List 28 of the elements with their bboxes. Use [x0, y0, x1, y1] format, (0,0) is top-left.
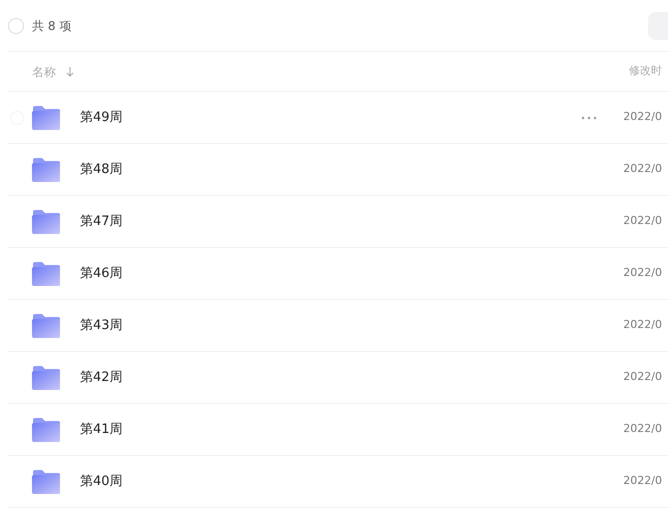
folder-icon: [32, 470, 60, 494]
item-count: 共 8 项: [32, 18, 72, 34]
folder-name[interactable]: 第49周: [80, 108, 123, 128]
folder-icon: [32, 366, 60, 390]
folder-icon: [32, 106, 60, 130]
sort-arrow-icon[interactable]: [66, 66, 74, 76]
folder-icon: [32, 262, 60, 286]
modified-date: 2022/0: [623, 421, 662, 438]
modified-date: 2022/0: [623, 213, 662, 230]
folder-icon: [32, 418, 60, 442]
modified-date: 2022/0: [623, 369, 662, 386]
folder-icon: [32, 314, 60, 338]
modified-date: 2022/0: [623, 109, 662, 126]
folder-icon: [32, 158, 60, 182]
folder-name[interactable]: 第43周: [80, 316, 123, 336]
modified-date: 2022/0: [623, 473, 662, 490]
folder-name[interactable]: 第40周: [80, 472, 123, 492]
modified-date: 2022/0: [623, 317, 662, 334]
modified-date: 2022/0: [623, 161, 662, 178]
modified-date: 2022/0: [623, 265, 662, 282]
select-all-checkbox[interactable]: [8, 18, 24, 34]
folder-name[interactable]: 第41周: [80, 420, 123, 440]
folder-name[interactable]: 第47周: [80, 212, 123, 232]
folder-name[interactable]: 第42周: [80, 368, 123, 388]
folder-icon: [32, 210, 60, 234]
folder-name[interactable]: 第46周: [80, 264, 123, 284]
folder-name[interactable]: 第48周: [80, 160, 123, 180]
more-icon[interactable]: [581, 116, 598, 120]
